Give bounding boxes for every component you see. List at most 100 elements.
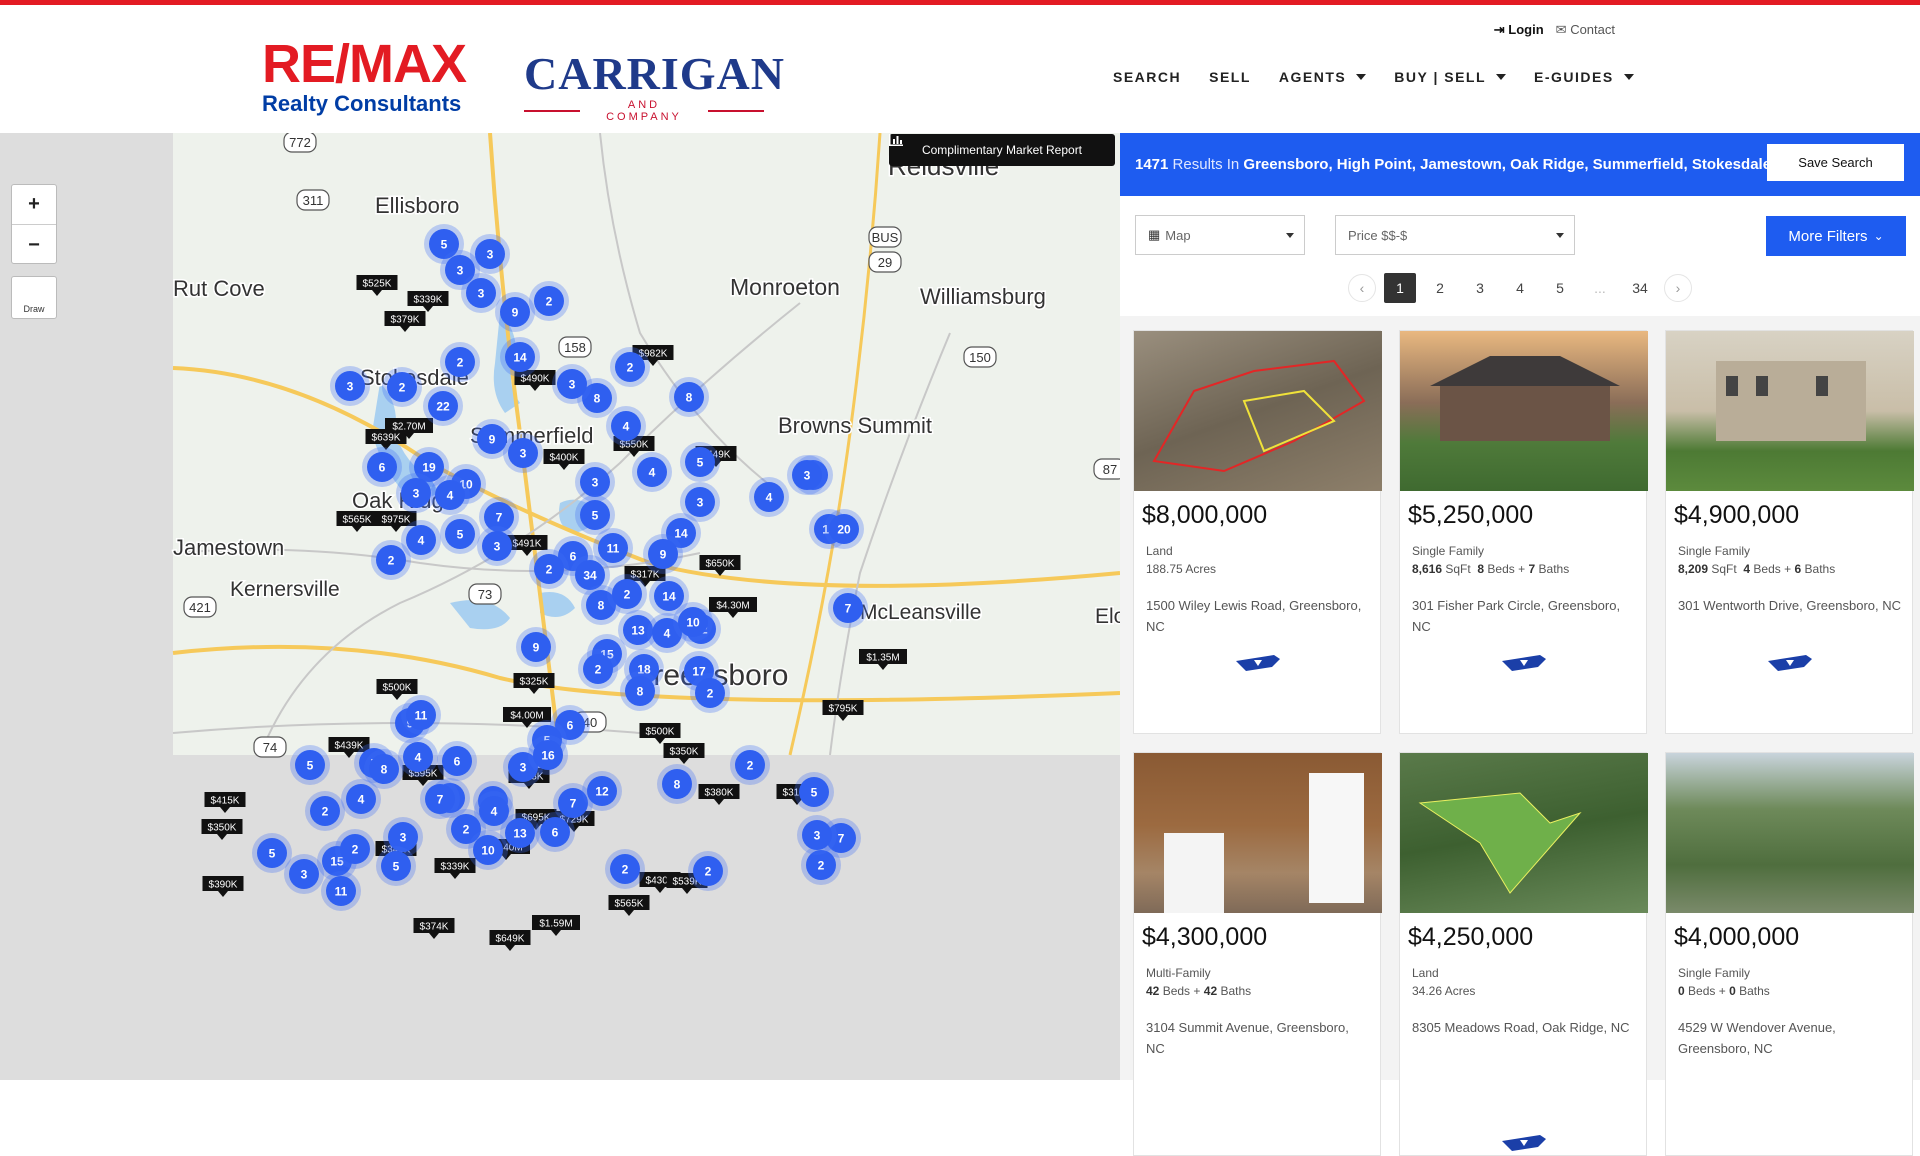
- listing-cluster[interactable]: 8: [657, 764, 697, 804]
- listing-photo[interactable]: [1134, 331, 1382, 491]
- save-search-button[interactable]: Save Search: [1767, 144, 1904, 181]
- map-area[interactable]: 772 311 158 29 150 421 73 40 74 BUS 87 Reidsville E…: [0, 133, 1120, 1080]
- price-pin[interactable]: $565K: [608, 895, 650, 916]
- listing-cluster[interactable]: 4: [632, 452, 672, 492]
- listing-cluster[interactable]: 10: [673, 602, 713, 642]
- listing-cluster[interactable]: 4: [401, 520, 441, 560]
- page-5[interactable]: 5: [1544, 273, 1576, 303]
- listing-cluster[interactable]: 5: [680, 442, 720, 482]
- listing-cluster[interactable]: 5: [794, 772, 834, 812]
- listing-cluster[interactable]: 20: [824, 509, 864, 549]
- listing-cluster[interactable]: 8: [669, 377, 709, 417]
- listing-cluster[interactable]: 12: [582, 771, 622, 811]
- price-pin[interactable]: $649K: [489, 930, 531, 951]
- draw-button[interactable]: Draw: [11, 276, 57, 319]
- price-select[interactable]: Price $$-$: [1335, 215, 1575, 255]
- listing-cluster[interactable]: 4: [398, 737, 438, 777]
- login-link[interactable]: ⇥ Login: [1494, 22, 1544, 38]
- page-4[interactable]: 4: [1504, 273, 1536, 303]
- listing-cluster[interactable]: 2: [529, 281, 569, 321]
- listing-photo[interactable]: [1400, 753, 1648, 913]
- price-pin[interactable]: $350K: [663, 743, 705, 764]
- page-2[interactable]: 2: [1424, 273, 1456, 303]
- listing-cluster[interactable]: 11: [321, 871, 361, 911]
- nav-agents[interactable]: AGENTS: [1279, 69, 1367, 85]
- listing-cluster[interactable]: 16: [528, 735, 568, 775]
- listing-photo[interactable]: [1666, 331, 1914, 491]
- map-canvas[interactable]: 77231115829150421734074BUS87 ReidsvilleE…: [0, 133, 1120, 1080]
- listing-cluster[interactable]: 3: [284, 854, 324, 894]
- listing-cluster[interactable]: 3: [477, 526, 517, 566]
- listing-cluster[interactable]: 2: [305, 791, 345, 831]
- nav-e-guides[interactable]: E-GUIDES: [1534, 69, 1634, 85]
- price-pin[interactable]: $374K: [413, 918, 455, 939]
- listing-cluster[interactable]: 3: [330, 366, 370, 406]
- price-pin[interactable]: $1.59M: [532, 915, 580, 936]
- listing-cluster[interactable]: 6: [535, 812, 575, 852]
- price-pin[interactable]: $380K: [698, 784, 740, 805]
- listing-photo[interactable]: [1666, 753, 1914, 913]
- listing-cluster[interactable]: 10: [468, 830, 508, 870]
- listing-photo[interactable]: [1400, 331, 1648, 491]
- page-1[interactable]: 1: [1384, 273, 1416, 303]
- listing-cluster[interactable]: 2: [730, 745, 770, 785]
- listing-cluster[interactable]: 14: [500, 337, 540, 377]
- zoom-in-button[interactable]: +: [12, 185, 56, 225]
- listing-cluster[interactable]: 3: [797, 815, 837, 855]
- zoom-out-button[interactable]: −: [12, 225, 56, 265]
- price-pin[interactable]: $390K: [202, 876, 244, 897]
- listing-cluster[interactable]: 9: [516, 627, 556, 667]
- listing-cluster[interactable]: 2: [690, 673, 730, 713]
- listing-cluster[interactable]: 3: [787, 455, 827, 495]
- listing-photo[interactable]: [1134, 753, 1382, 913]
- listing-cluster[interactable]: 5: [290, 745, 330, 785]
- more-filters-button[interactable]: More Filters ⌄: [1766, 216, 1906, 256]
- listing-cluster[interactable]: 3: [461, 273, 501, 313]
- page-3[interactable]: 3: [1464, 273, 1496, 303]
- view-select[interactable]: ▦ Map: [1135, 215, 1305, 255]
- listing-card[interactable]: $5,250,000 Single Family 8,616 SqFt 8 Be…: [1399, 330, 1648, 734]
- prev-page-button[interactable]: ‹: [1348, 274, 1376, 302]
- remax-logo[interactable]: RE/MAX Realty Consultants: [262, 37, 484, 117]
- listing-cluster[interactable]: 6: [437, 741, 477, 781]
- listing-cluster[interactable]: 2: [382, 367, 422, 407]
- contact-link[interactable]: ✉ Contact: [1556, 22, 1615, 38]
- listing-cluster[interactable]: 9: [495, 292, 535, 332]
- listing-cluster[interactable]: 11: [401, 695, 441, 735]
- listing-cluster[interactable]: 5: [376, 846, 416, 886]
- listing-cluster[interactable]: 4: [341, 779, 381, 819]
- listing-cluster[interactable]: 3: [552, 364, 592, 404]
- listing-cluster[interactable]: 4: [749, 477, 789, 517]
- listing-cluster[interactable]: 3: [396, 473, 436, 513]
- next-page-button[interactable]: ›: [1664, 274, 1692, 302]
- listing-cluster[interactable]: 2: [529, 549, 569, 589]
- price-pin[interactable]: $415K: [204, 792, 246, 813]
- listing-cluster[interactable]: 22: [423, 386, 463, 426]
- price-pin[interactable]: $350K: [201, 819, 243, 840]
- listing-cluster[interactable]: 3: [503, 433, 543, 473]
- listing-card[interactable]: $4,900,000 Single Family 8,209 SqFt 4 Be…: [1665, 330, 1914, 734]
- listing-cluster[interactable]: 2: [688, 851, 728, 891]
- listing-cluster[interactable]: 2: [335, 829, 375, 869]
- listing-cluster[interactable]: 9: [643, 534, 683, 574]
- nav-search[interactable]: SEARCH: [1113, 69, 1181, 85]
- listing-cluster[interactable]: 4: [430, 475, 470, 515]
- page-34[interactable]: 34: [1624, 273, 1656, 303]
- nav-sell[interactable]: SELL: [1209, 69, 1251, 85]
- nav-buy-sell[interactable]: BUY | SELL: [1394, 69, 1507, 85]
- listing-cluster[interactable]: 2: [607, 574, 647, 614]
- market-report-button[interactable]: Complimentary Market Report: [889, 134, 1115, 166]
- listing-cluster[interactable]: 6: [362, 447, 402, 487]
- listing-cluster[interactable]: 2: [578, 649, 618, 689]
- listing-cluster[interactable]: 7: [828, 588, 868, 628]
- listing-cluster[interactable]: 2: [610, 347, 650, 387]
- listing-card[interactable]: $4,000,000 Single Family 0 Beds + 0 Bath…: [1665, 752, 1914, 1156]
- listing-cluster[interactable]: 2: [605, 849, 645, 889]
- listing-cluster[interactable]: 2: [440, 342, 480, 382]
- listing-card[interactable]: $4,300,000 Multi-Family 42 Beds + 42 Bat…: [1133, 752, 1382, 1156]
- listing-cluster[interactable]: 5: [440, 514, 480, 554]
- listing-card[interactable]: $8,000,000 Land 188.75 Acres 1500 Wiley …: [1133, 330, 1382, 734]
- carrigan-logo[interactable]: CARRIGAN AND COMPANY: [524, 51, 784, 123]
- listing-card[interactable]: $4,250,000 Land 34.26 Acres 8305 Meadows…: [1399, 752, 1648, 1156]
- listing-cluster[interactable]: 8: [620, 671, 660, 711]
